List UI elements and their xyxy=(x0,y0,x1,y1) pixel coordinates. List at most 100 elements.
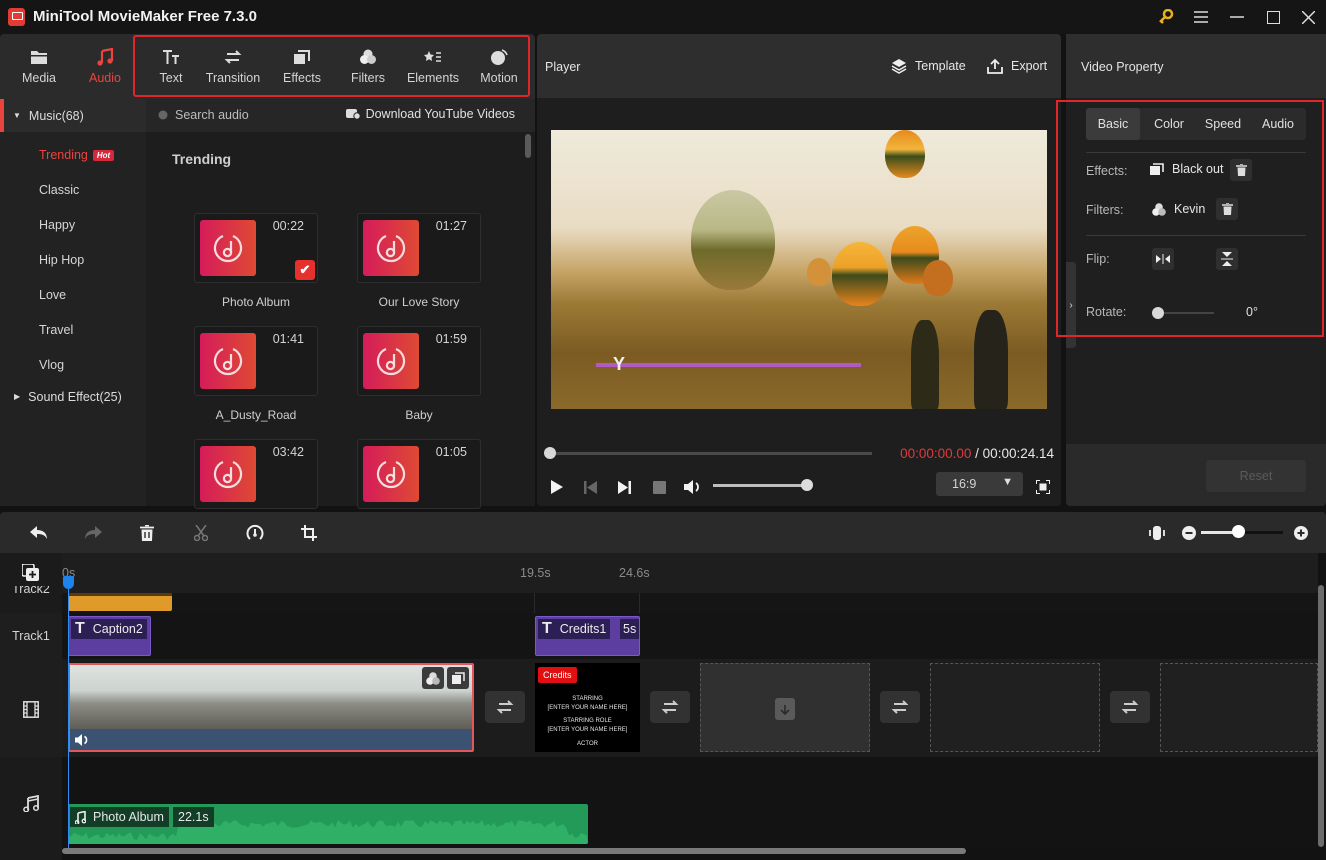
clip-effect-badge[interactable] xyxy=(447,667,469,689)
track2-clip[interactable] xyxy=(68,593,172,611)
video-clip[interactable] xyxy=(68,663,474,752)
search-audio-input[interactable]: Search audio xyxy=(158,108,249,122)
seek-bar[interactable] xyxy=(550,452,872,455)
crop-button[interactable] xyxy=(298,522,320,544)
timeline-ruler[interactable]: 0s 19.5s 24.6s xyxy=(62,553,1318,593)
audio-card[interactable]: 01:27 xyxy=(357,213,481,283)
video-preview[interactable]: Y xyxy=(551,130,1047,409)
audio-clip[interactable]: Photo Album 22.1s xyxy=(68,804,588,844)
audio-card[interactable]: 00:22 ✔ xyxy=(194,213,318,283)
stop-button[interactable] xyxy=(649,477,669,497)
audio-duration: 01:41 xyxy=(272,332,304,346)
selected-check-icon[interactable]: ✔ xyxy=(295,260,315,280)
drop-slot[interactable] xyxy=(700,663,870,752)
nav-elements-label: Elements xyxy=(406,71,460,85)
menu-icon[interactable] xyxy=(1189,6,1213,28)
clip-filter-badge[interactable] xyxy=(422,667,444,689)
delete-button[interactable] xyxy=(136,522,158,544)
caption-overlay-bar xyxy=(596,363,861,367)
flip-vertical-button[interactable] xyxy=(1216,248,1238,270)
next-frame-button[interactable] xyxy=(614,477,634,497)
flip-horizontal-button[interactable] xyxy=(1152,248,1174,270)
audio-card[interactable]: 01:59 xyxy=(357,326,481,396)
divider xyxy=(1086,152,1306,153)
rotate-handle[interactable] xyxy=(1152,307,1164,319)
zoom-in-button[interactable] xyxy=(1290,522,1312,544)
tab-audio[interactable]: Audio xyxy=(1251,108,1305,140)
nav-text[interactable]: Text xyxy=(140,34,202,99)
collapse-panel-handle[interactable]: › xyxy=(1066,262,1076,348)
tab-speed[interactable]: Speed xyxy=(1196,108,1250,140)
tab-color[interactable]: Color xyxy=(1142,108,1196,140)
filters-label: Filters: xyxy=(1086,203,1124,217)
transition-slot-button[interactable] xyxy=(650,691,690,723)
category-happy[interactable]: Happy xyxy=(39,218,75,232)
aspect-ratio-select[interactable]: 16:9 ▼ xyxy=(936,472,1023,496)
transition-slot-button[interactable] xyxy=(485,691,525,723)
audio-card[interactable]: 03:42 xyxy=(194,439,318,509)
volume-slider[interactable] xyxy=(713,484,805,487)
previous-frame-button[interactable] xyxy=(580,477,600,497)
audio-card-title: A_Dusty_Road xyxy=(215,408,297,422)
fit-timeline-button[interactable] xyxy=(1146,522,1168,544)
delete-effect-button[interactable] xyxy=(1230,159,1252,181)
minimize-button[interactable] xyxy=(1225,6,1249,28)
undo-button[interactable] xyxy=(28,522,50,544)
transition-slot-button[interactable] xyxy=(880,691,920,723)
category-sound-effect[interactable]: ▶ Sound Effect(25) xyxy=(0,380,146,413)
export-button[interactable]: Export xyxy=(987,58,1047,74)
nav-motion[interactable]: Motion xyxy=(468,34,530,99)
export-label: Export xyxy=(1011,59,1048,73)
category-travel[interactable]: Travel xyxy=(39,323,73,337)
nav-media[interactable]: Media xyxy=(8,34,70,99)
nav-elements[interactable]: Elements xyxy=(402,34,464,99)
rotate-slider[interactable] xyxy=(1158,312,1214,314)
category-hip-hop[interactable]: Hip Hop xyxy=(39,253,84,267)
category-trending[interactable]: Trending Hot xyxy=(39,148,115,162)
playhead-handle[interactable] xyxy=(63,576,74,589)
clip-volume-icon[interactable] xyxy=(75,734,90,746)
maximize-button[interactable] xyxy=(1261,6,1285,28)
key-icon[interactable] xyxy=(1154,6,1178,28)
reset-button[interactable]: Reset xyxy=(1206,460,1306,492)
redo-button[interactable] xyxy=(82,522,104,544)
zoom-out-button[interactable] xyxy=(1178,522,1200,544)
category-love[interactable]: Love xyxy=(39,288,66,302)
add-track-button[interactable] xyxy=(22,564,40,582)
credits-clip[interactable]: T Credits1 5s xyxy=(535,616,640,656)
audio-card[interactable]: 01:05 xyxy=(357,439,481,509)
fullscreen-button[interactable] xyxy=(1033,477,1053,497)
speed-button[interactable] xyxy=(244,522,266,544)
timeline-vertical-scrollbar[interactable] xyxy=(1318,585,1324,847)
empty-slot[interactable] xyxy=(930,663,1100,752)
tab-basic[interactable]: Basic xyxy=(1086,108,1140,140)
timeline-horizontal-scrollbar[interactable] xyxy=(62,848,966,854)
timeline-zoom-handle[interactable] xyxy=(1232,525,1245,538)
balloon-graphic xyxy=(923,260,953,296)
empty-slot[interactable] xyxy=(1160,663,1318,752)
nav-filters[interactable]: Filters xyxy=(336,34,400,99)
download-youtube-button[interactable]: Download YouTube Videos xyxy=(345,107,515,121)
category-music[interactable]: ▼ Music(68) xyxy=(0,99,146,132)
template-button[interactable]: Template xyxy=(891,58,966,74)
caption-clip[interactable]: T Caption2 xyxy=(68,616,151,656)
divider xyxy=(1086,235,1306,236)
audio-list-scrollbar[interactable] xyxy=(525,134,531,158)
audio-card[interactable]: 01:41 xyxy=(194,326,318,396)
credits-video-clip[interactable]: Credits STARRING [ENTER YOUR NAME HERE] … xyxy=(535,663,640,752)
volume-handle[interactable] xyxy=(801,479,813,491)
music-disc-icon xyxy=(200,333,256,389)
category-classic[interactable]: Classic xyxy=(39,183,79,197)
delete-filter-button[interactable] xyxy=(1216,198,1238,220)
category-vlog[interactable]: Vlog xyxy=(39,358,64,372)
nav-transition[interactable]: Transition xyxy=(200,34,266,99)
transition-icon xyxy=(224,48,242,66)
split-button[interactable] xyxy=(190,522,212,544)
nav-audio[interactable]: Audio xyxy=(74,34,136,99)
transition-slot-button[interactable] xyxy=(1110,691,1150,723)
volume-button[interactable] xyxy=(683,477,703,497)
seek-handle[interactable] xyxy=(544,447,556,459)
nav-effects[interactable]: Effects xyxy=(270,34,334,99)
close-button[interactable] xyxy=(1296,6,1320,28)
play-button[interactable] xyxy=(547,477,567,497)
